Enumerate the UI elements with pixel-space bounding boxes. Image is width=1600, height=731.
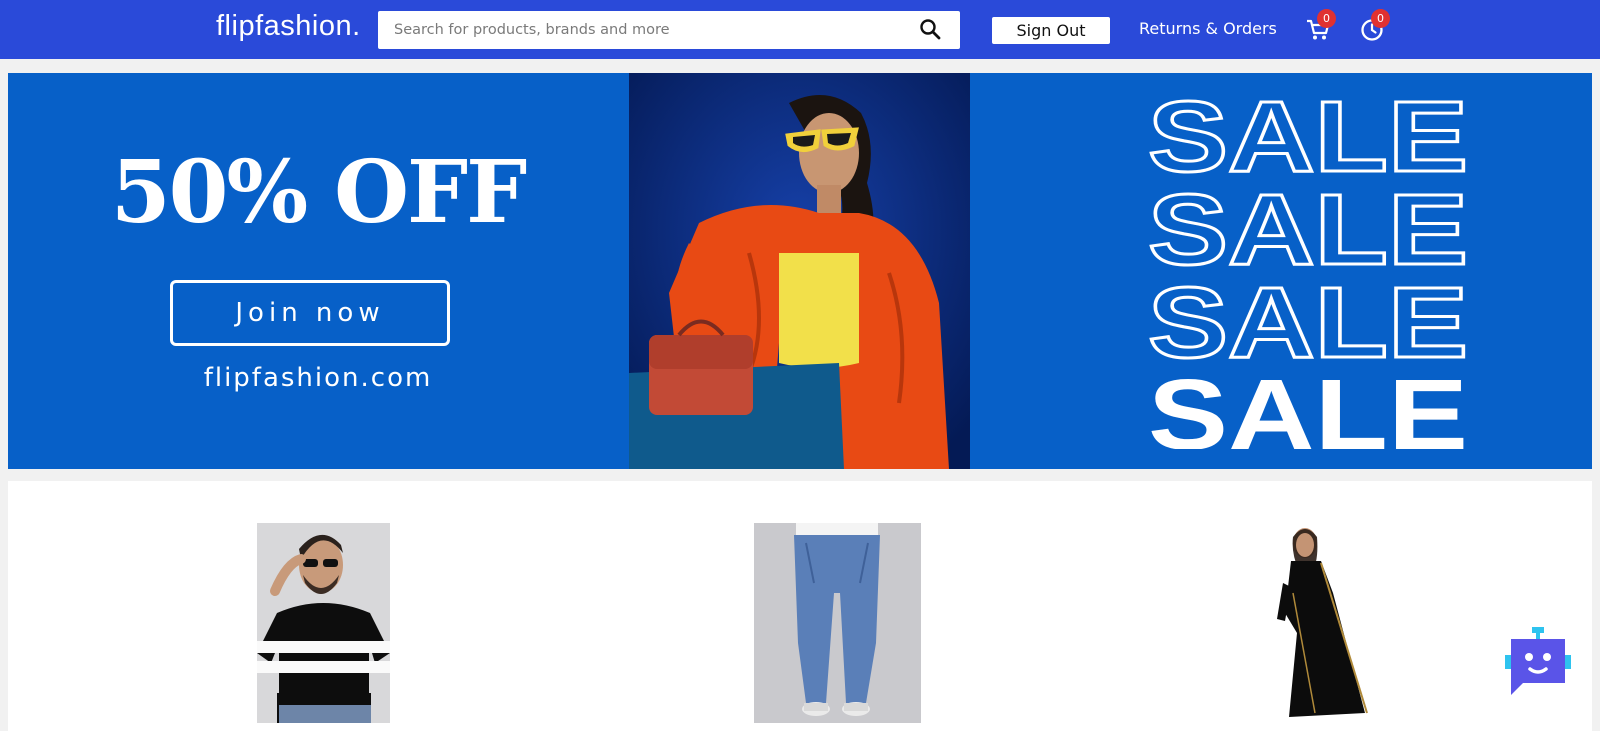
model-photo xyxy=(629,73,970,469)
product-row xyxy=(8,481,1592,731)
site-logo[interactable]: flipfashion. xyxy=(216,10,361,43)
search-icon[interactable] xyxy=(918,17,942,41)
history-count-badge: 0 xyxy=(1371,9,1390,28)
product-image-tshirt[interactable] xyxy=(257,523,390,723)
cart-count-badge: 0 xyxy=(1317,9,1336,28)
search-input[interactable] xyxy=(394,11,914,49)
sale-word-4: SALE xyxy=(1148,359,1468,449)
sign-out-button[interactable]: Sign Out xyxy=(992,17,1110,44)
banner-headline: 50% OFF xyxy=(110,142,527,243)
product-image-jeans[interactable] xyxy=(754,523,921,723)
banner-site-url: flipfashion.com xyxy=(203,363,433,393)
search-bar xyxy=(378,11,960,49)
robot-chat-icon[interactable] xyxy=(1505,627,1571,697)
join-now-button[interactable]: Join now xyxy=(170,280,450,346)
returns-orders-link[interactable]: Returns & Orders xyxy=(1139,19,1277,38)
sale-stack-graphic: SALE SALE SALE SALE xyxy=(1148,89,1470,449)
product-image-saree[interactable] xyxy=(1263,523,1383,723)
promo-banner[interactable]: 50% OFF Join now flipfashion.com SALE SA… xyxy=(8,73,1592,469)
top-header: flipfashion. Sign Out Returns & Orders 0… xyxy=(0,0,1600,59)
